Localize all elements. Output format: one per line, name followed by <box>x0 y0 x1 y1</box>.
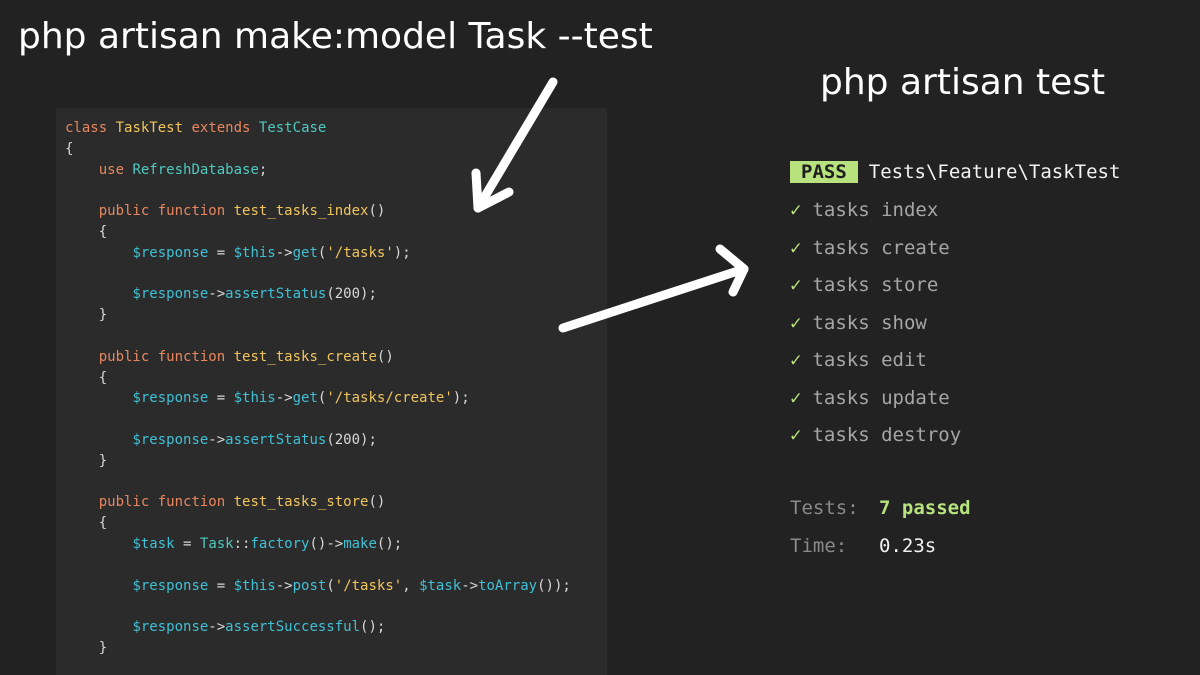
test-name: tasks edit <box>812 349 927 371</box>
checkmark-icon: ✓ <box>790 311 802 334</box>
test-result-row: ✓ tasks show <box>790 310 1120 348</box>
checkmark-icon: ✓ <box>790 386 802 409</box>
checkmark-icon: ✓ <box>790 274 802 296</box>
test-results: PASS Tests\Feature\TaskTest ✓ tasks index… <box>790 160 1120 460</box>
time-summary-row: Time: 0.23s <box>790 533 971 571</box>
test-class-name: Tests\Feature\TaskTest <box>868 161 1121 183</box>
time-label: Time: <box>790 534 848 557</box>
test-result-row: ✓ tasks store <box>790 272 1120 310</box>
test-result-row: ✓ tasks update <box>790 385 1120 423</box>
arrow-to-code-icon <box>471 77 558 213</box>
test-result-row: ✓ tasks edit <box>790 347 1120 385</box>
pass-row: PASS Tests\Feature\TaskTest <box>790 160 1120 184</box>
tests-passed-value: 7 passed <box>879 497 971 519</box>
tests-label: Tests: <box>790 497 859 519</box>
test-name: tasks index <box>812 199 939 221</box>
arrow-to-results-icon <box>558 244 749 333</box>
test-result-row: ✓ tasks create <box>790 235 1120 273</box>
checkmark-icon: ✓ <box>790 199 802 221</box>
tests-summary-row: Tests: 7 passed <box>790 495 971 533</box>
test-name: tasks show <box>812 311 927 334</box>
test-name: tasks create <box>812 236 950 259</box>
checkmark-icon: ✓ <box>790 424 802 446</box>
pass-badge: PASS <box>790 161 858 183</box>
test-name: tasks update <box>812 386 950 409</box>
test-name: tasks store <box>812 274 939 296</box>
test-result-row: ✓ tasks destroy <box>790 422 1120 460</box>
test-summary: Tests: 7 passed Time: 0.23s <box>790 495 971 570</box>
test-name: tasks destroy <box>812 424 962 446</box>
test-result-row: ✓ tasks index <box>790 197 1120 235</box>
test-list: ✓ tasks index ✓ tasks create ✓ tasks store … <box>790 197 1120 460</box>
checkmark-icon: ✓ <box>790 236 802 259</box>
checkmark-icon: ✓ <box>790 349 802 371</box>
time-value: 0.23s <box>879 534 937 557</box>
